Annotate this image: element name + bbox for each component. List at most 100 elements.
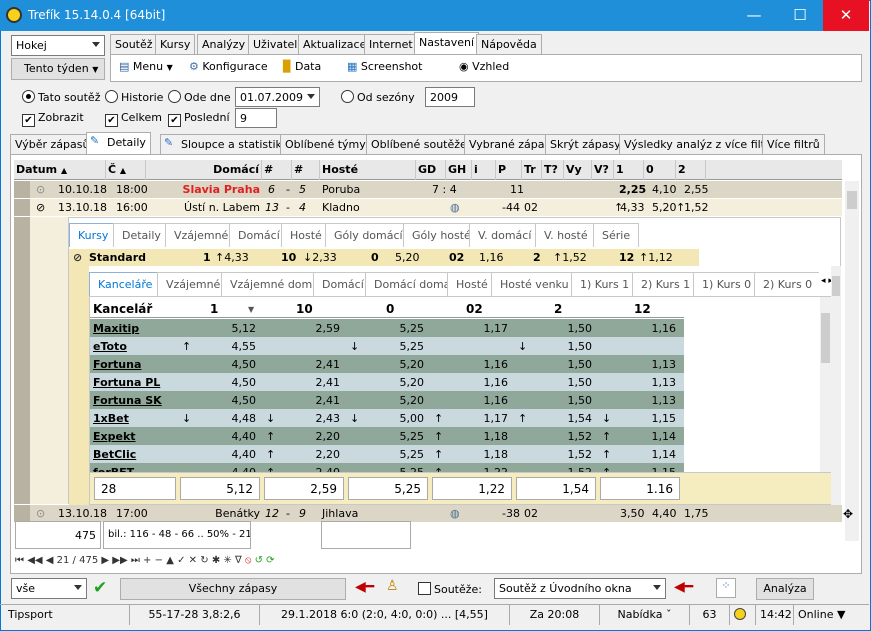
tab-bk-domaci[interactable]: Domácí bbox=[313, 272, 373, 296]
status-bookie[interactable]: Tipsport bbox=[4, 605, 130, 625]
radio-from-season[interactable]: Od sezóny bbox=[341, 90, 415, 104]
bk-col-10[interactable]: 10 bbox=[296, 302, 313, 316]
bk-col-02[interactable]: 02 bbox=[466, 302, 483, 316]
tab-detail-goly-domaci[interactable]: Góly domácí bbox=[325, 223, 412, 247]
col-hash1[interactable]: # bbox=[262, 160, 292, 180]
next-page-icon[interactable]: ▶▶ bbox=[112, 555, 127, 566]
bookie-row[interactable]: eToto ↑ 4,55 ↓ 5,25 ↓ 1,50 bbox=[90, 337, 684, 355]
bk-col-12[interactable]: 12 bbox=[634, 302, 651, 316]
menu-button[interactable]: ▤ Menu ▼ bbox=[119, 60, 173, 73]
tab-bk-hoste[interactable]: Hosté bbox=[447, 272, 497, 296]
tab-nastaveni[interactable]: Nastavení bbox=[414, 32, 480, 54]
col-away[interactable]: Hosté bbox=[320, 160, 416, 180]
tab-detail-vzajemne[interactable]: Vzájemné bbox=[165, 223, 238, 247]
tab-soutez[interactable]: Soutěž bbox=[110, 34, 158, 54]
col-o0[interactable]: 0 bbox=[644, 160, 676, 180]
summary-1[interactable]: 5,12 bbox=[180, 477, 260, 500]
post-icon[interactable]: ✓ bbox=[177, 555, 185, 566]
standard-row[interactable]: ⊘ Standard 1 ↑4,33 10 ↓2,33 0 5,20 02 1,… bbox=[69, 249, 699, 266]
col-o1[interactable]: 1 bbox=[614, 160, 644, 180]
scroll-thumb[interactable] bbox=[847, 191, 857, 209]
detail-scrollbar[interactable] bbox=[831, 266, 841, 505]
check-total[interactable]: ✔ Celkem bbox=[105, 111, 162, 127]
radio-from-day[interactable]: Ode dne bbox=[168, 90, 231, 104]
col-home[interactable]: Domácí bbox=[146, 160, 262, 180]
tab-detail-detaily[interactable]: Detaily bbox=[113, 223, 170, 247]
globe-icon[interactable]: ◍ bbox=[450, 201, 460, 214]
tab-internet[interactable]: Internet bbox=[364, 34, 418, 54]
tab-detail-v-domaci[interactable]: V. domácí bbox=[469, 223, 541, 247]
status-online[interactable]: Online ▼ bbox=[794, 605, 864, 625]
bookie-row[interactable]: BetClic 4,40 ↑ 2,20 5,25 ↑ 1,18 1,52 ↑ 1,14 bbox=[90, 445, 684, 463]
bookie-name[interactable]: 1xBet bbox=[93, 412, 129, 425]
bookmark-icon[interactable]: ✱ bbox=[212, 555, 220, 566]
tab-bk-kurs0-2[interactable]: 2) Kurs 0 bbox=[754, 272, 819, 296]
summary-0[interactable]: 5,25 bbox=[348, 477, 428, 500]
bookie-name[interactable]: BetClic bbox=[93, 448, 136, 461]
season-spinner[interactable]: 2009 bbox=[425, 87, 475, 107]
edit-icon[interactable]: ▲ bbox=[166, 555, 174, 566]
tab-napoveda[interactable]: Nápověda bbox=[476, 34, 542, 54]
reload-icon[interactable]: ↺ bbox=[255, 555, 263, 566]
filter-icon[interactable]: ∇ bbox=[235, 555, 242, 566]
table-row[interactable]: ⊙ 10.10.18 18:00 Slavia Praha 6 - 5 Poru… bbox=[14, 181, 842, 198]
comps-checkbox[interactable]: Soutěže: bbox=[418, 582, 482, 596]
tab-detail-domaci[interactable]: Domácí bbox=[229, 223, 289, 247]
check-show[interactable]: ✔ Zobrazit bbox=[22, 111, 84, 127]
last-icon[interactable]: ⏭ bbox=[131, 555, 140, 566]
col-vy[interactable]: Vy bbox=[564, 160, 592, 180]
maximize-button[interactable]: ☐ bbox=[777, 0, 823, 31]
bookie-row[interactable]: forBET4,40↑2,405,25↑1,221,52↑1,15 bbox=[90, 463, 684, 472]
summary-count[interactable]: 28 bbox=[94, 477, 176, 500]
col-tr[interactable]: Tr bbox=[522, 160, 542, 180]
bookie-scrollbar[interactable] bbox=[820, 297, 831, 472]
tab-oblibene-souteze[interactable]: Oblíbené soutěže bbox=[366, 134, 472, 154]
stop-icon[interactable]: ⦸ bbox=[245, 555, 252, 566]
period-select[interactable]: Tento týden ▼ bbox=[11, 58, 105, 80]
bookie-name[interactable]: Fortuna bbox=[93, 358, 141, 371]
config-button[interactable]: ⚙ Konfigurace bbox=[189, 60, 268, 73]
tab-uzivatel[interactable]: Uživatel bbox=[248, 34, 303, 54]
tab-detail-v-hoste[interactable]: V. hosté bbox=[535, 223, 597, 247]
tab-bk-kurs1-2[interactable]: 2) Kurs 1 bbox=[632, 272, 700, 296]
radio-history[interactable]: Historie bbox=[105, 90, 163, 104]
select-area-icon[interactable]: ⁘ bbox=[716, 578, 736, 598]
tab-kancelare[interactable]: Kanceláře bbox=[89, 272, 162, 296]
tab-bk-hoste-venku[interactable]: Hosté venku bbox=[491, 272, 578, 296]
col-gh[interactable]: GH bbox=[446, 160, 472, 180]
tab-bk-kurs0-1[interactable]: 1) Kurs 0 bbox=[693, 272, 761, 296]
tab-vice-filtru[interactable]: Více filtrů bbox=[762, 134, 825, 154]
goto-icon[interactable]: ✳ bbox=[223, 555, 231, 566]
tab-skryt-zapasy[interactable]: Skrýt zápasy bbox=[545, 134, 626, 154]
bookie-name[interactable]: Fortuna PL bbox=[93, 376, 160, 389]
status-offer[interactable]: Nabídka ˇ bbox=[600, 605, 690, 625]
bookie-name[interactable]: eToto bbox=[93, 340, 127, 353]
last-n-spinner[interactable]: 9 bbox=[235, 108, 277, 128]
summary-12[interactable]: 1.16 bbox=[600, 477, 680, 500]
data-button[interactable]: ▉ Data bbox=[283, 60, 321, 73]
bookie-row[interactable]: Fortuna PL 4,50 2,41 5,20 1,16 1,50 1,13 bbox=[90, 373, 684, 391]
table-row[interactable]: ⊘ 13.10.18 16:00 Ústí n. Labem 13 - 4 Kl… bbox=[14, 199, 842, 216]
tab-detail-hoste[interactable]: Hosté bbox=[281, 223, 331, 247]
bookie-name[interactable]: Maxitip bbox=[93, 322, 139, 335]
bookie-row[interactable]: Fortuna SK 4,50 2,41 5,20 1,16 1,50 1,13 bbox=[90, 391, 684, 409]
close-button[interactable]: ✕ bbox=[823, 0, 869, 31]
col-date[interactable]: Datum ▲ bbox=[14, 160, 106, 180]
col-hash2[interactable]: # bbox=[292, 160, 320, 180]
bookie-row[interactable]: Fortuna 4,50 2,41 5,20 1,16 1,50 1,13 bbox=[90, 355, 684, 373]
filter-select[interactable]: vše bbox=[11, 578, 87, 599]
tab-kursy[interactable]: Kursy bbox=[155, 34, 196, 54]
main-scrollbar[interactable] bbox=[845, 181, 859, 541]
next-icon[interactable]: ▶ bbox=[101, 555, 109, 566]
bookie-row[interactable]: 1xBet ↓ 4,48 ↓ 2,43 ↓ 5,00 ↑ 1,17 ↑ 1,54 ↓ 1,15 bbox=[90, 409, 684, 427]
expand-icon[interactable]: ⊙ bbox=[36, 183, 45, 196]
sport-select[interactable]: Hokej bbox=[11, 35, 105, 56]
bk-col-0[interactable]: 0 bbox=[386, 302, 394, 316]
sync-icon[interactable]: ⟳ bbox=[266, 555, 274, 566]
tab-bk-kurs1-1[interactable]: 1) Kurs 1 bbox=[571, 272, 639, 296]
bookie-name[interactable]: Fortuna SK bbox=[93, 394, 162, 407]
tab-vyber-zapasu[interactable]: Výběr zápasů bbox=[10, 134, 95, 154]
tab-bk-vzajemne[interactable]: Vzájemné bbox=[157, 272, 230, 296]
prev-page-icon[interactable]: ◀◀ bbox=[27, 555, 42, 566]
person-icon[interactable]: ♙ bbox=[386, 578, 399, 594]
